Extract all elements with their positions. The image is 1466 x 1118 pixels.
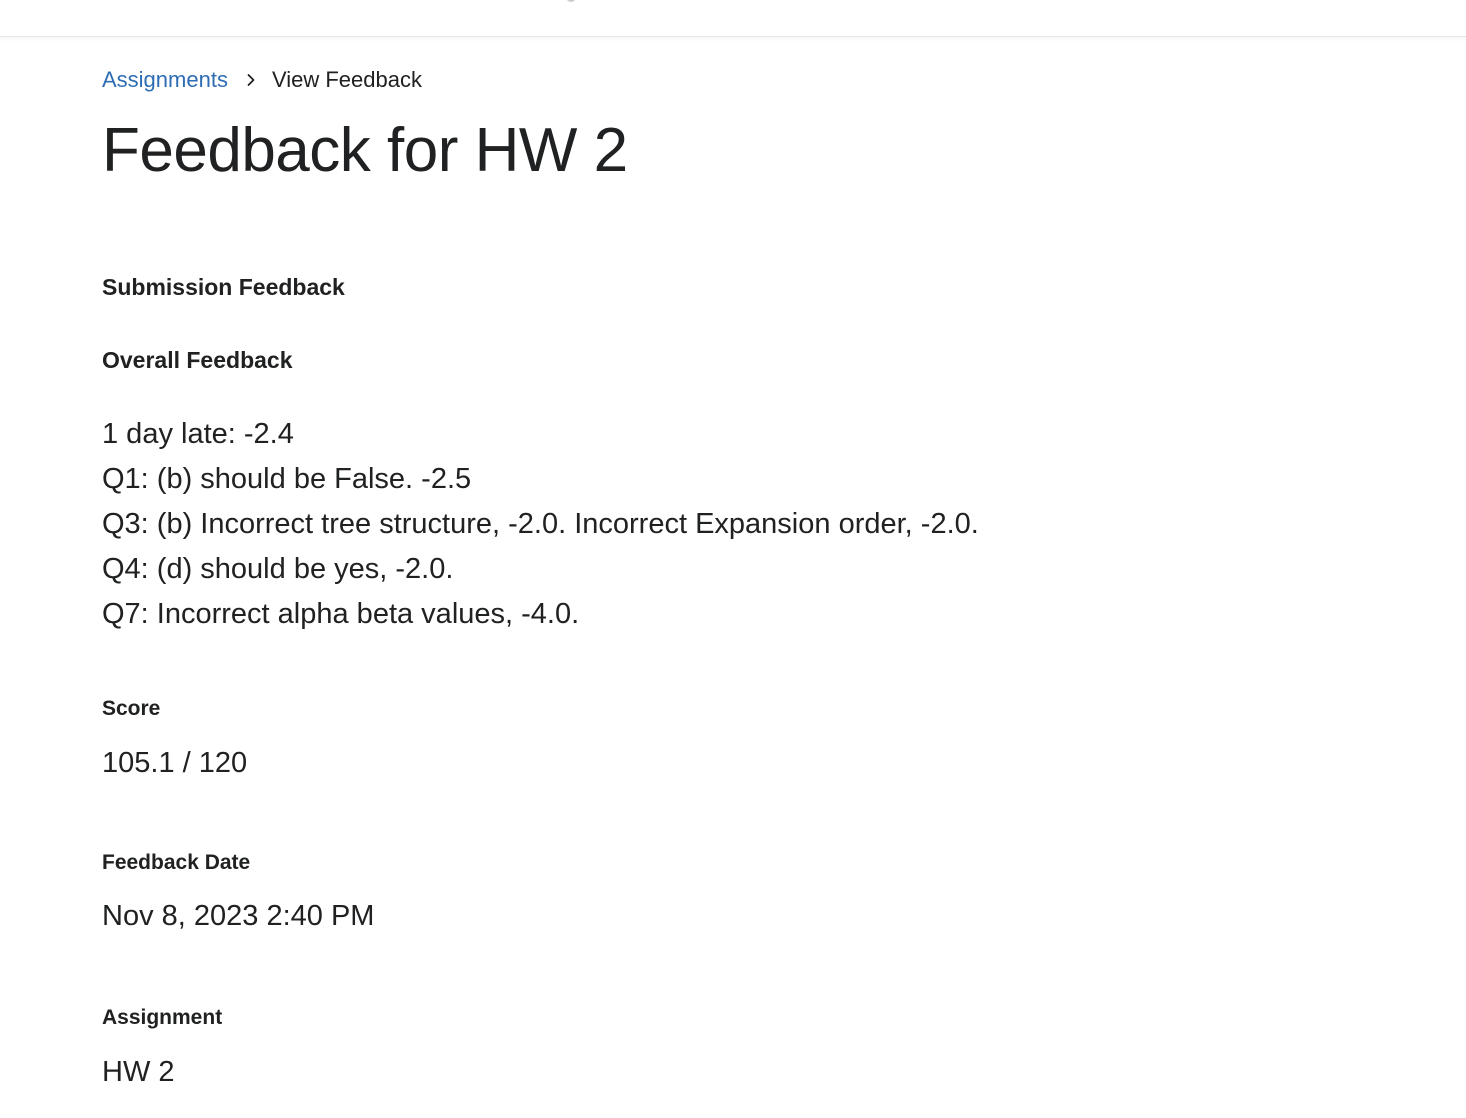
feedback-date-label: Feedback Date <box>102 851 251 874</box>
breadcrumb-link-assignments[interactable]: Assignments <box>102 67 228 93</box>
score-section: Score 105.1 / 120 <box>102 695 1402 782</box>
feedback-line: 1 day late: -2.4 <box>102 418 294 450</box>
score-value: 105.1 / 120 <box>102 747 248 779</box>
submission-feedback-heading: Submission Feedback <box>102 274 345 300</box>
breadcrumb-current: View Feedback <box>271 67 422 92</box>
breadcrumb: Assignments View Feedback <box>102 62 1402 98</box>
feedback-date-value: Nov 8, 2023 2:40 PM <box>102 900 375 932</box>
overall-feedback-text: 1 day late: -2.4 Q1: (b) should be False… <box>102 412 1402 637</box>
navbar-icon-fragment <box>566 0 576 2</box>
top-navbar <box>0 0 1466 37</box>
assignment-section: Assignment HW 2 <box>102 1004 1402 1091</box>
page-title: Feedback for HW 2 <box>102 116 628 185</box>
feedback-date-section: Feedback Date Nov 8, 2023 2:40 PM <box>102 849 1402 935</box>
main-content: Assignments View Feedback Feedback for H… <box>102 62 1402 1091</box>
feedback-line: Q4: (d) should be yes, -2.0. <box>102 553 454 585</box>
overall-feedback-heading: Overall Feedback <box>102 347 293 373</box>
chevron-right-icon <box>244 73 258 87</box>
feedback-line: Q1: (b) should be False. -2.5 <box>102 463 472 495</box>
assignment-value: HW 2 <box>102 1056 175 1088</box>
score-label: Score <box>102 697 161 720</box>
feedback-line: Q3: (b) Incorrect tree structure, -2.0. … <box>102 508 979 540</box>
assignment-label: Assignment <box>102 1006 223 1029</box>
feedback-line: Q7: Incorrect alpha beta values, -4.0. <box>102 598 580 630</box>
